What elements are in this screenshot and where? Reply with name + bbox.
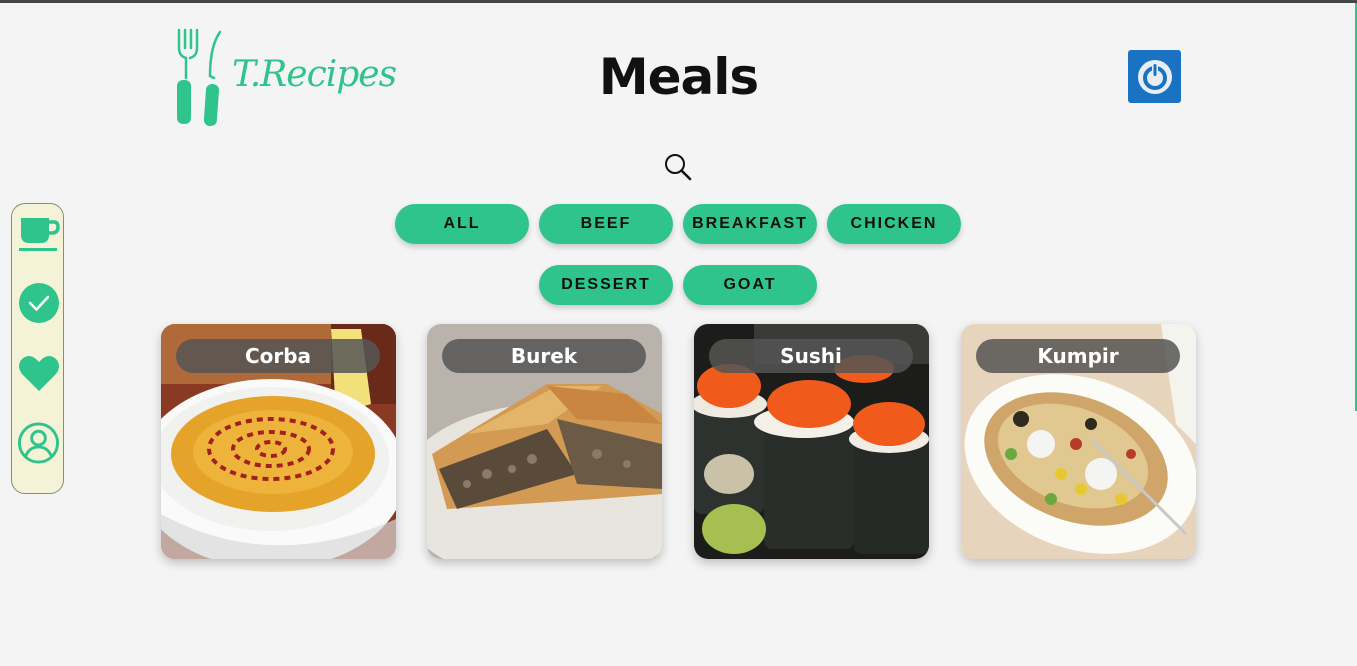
sidebar bbox=[11, 203, 64, 494]
check-circle-icon bbox=[18, 282, 59, 323]
filter-breakfast[interactable]: BREAKFAST bbox=[683, 204, 817, 244]
power-button[interactable] bbox=[1128, 50, 1181, 103]
meal-name: Burek bbox=[442, 339, 646, 373]
sidebar-item-favorites[interactable] bbox=[17, 351, 60, 394]
meal-card-corba[interactable]: Corba bbox=[161, 324, 396, 559]
meal-name: Corba bbox=[176, 339, 380, 373]
search-icon bbox=[665, 154, 692, 181]
filter-goat[interactable]: GOAT bbox=[683, 265, 817, 305]
sidebar-item-meals[interactable] bbox=[17, 212, 60, 255]
filter-all[interactable]: ALL bbox=[395, 204, 529, 244]
filter-beef[interactable]: BEEF bbox=[539, 204, 673, 244]
filter-dessert[interactable]: DESSERT bbox=[539, 265, 673, 305]
user-icon bbox=[17, 421, 60, 464]
meal-card-sushi[interactable]: Sushi bbox=[694, 324, 929, 559]
sidebar-item-done[interactable] bbox=[17, 281, 60, 324]
cup-icon bbox=[18, 217, 60, 251]
meal-name: Kumpir bbox=[976, 339, 1180, 373]
meal-card-kumpir[interactable]: Kumpir bbox=[961, 324, 1196, 559]
filter-chicken[interactable]: CHICKEN bbox=[827, 204, 961, 244]
top-border bbox=[0, 0, 1357, 3]
meal-name: Sushi bbox=[709, 339, 913, 373]
meal-card-burek[interactable]: Burek bbox=[427, 324, 662, 559]
search-button[interactable] bbox=[663, 152, 693, 182]
sidebar-item-profile[interactable] bbox=[17, 421, 60, 464]
heart-icon bbox=[18, 355, 59, 391]
power-icon bbox=[1137, 59, 1172, 94]
